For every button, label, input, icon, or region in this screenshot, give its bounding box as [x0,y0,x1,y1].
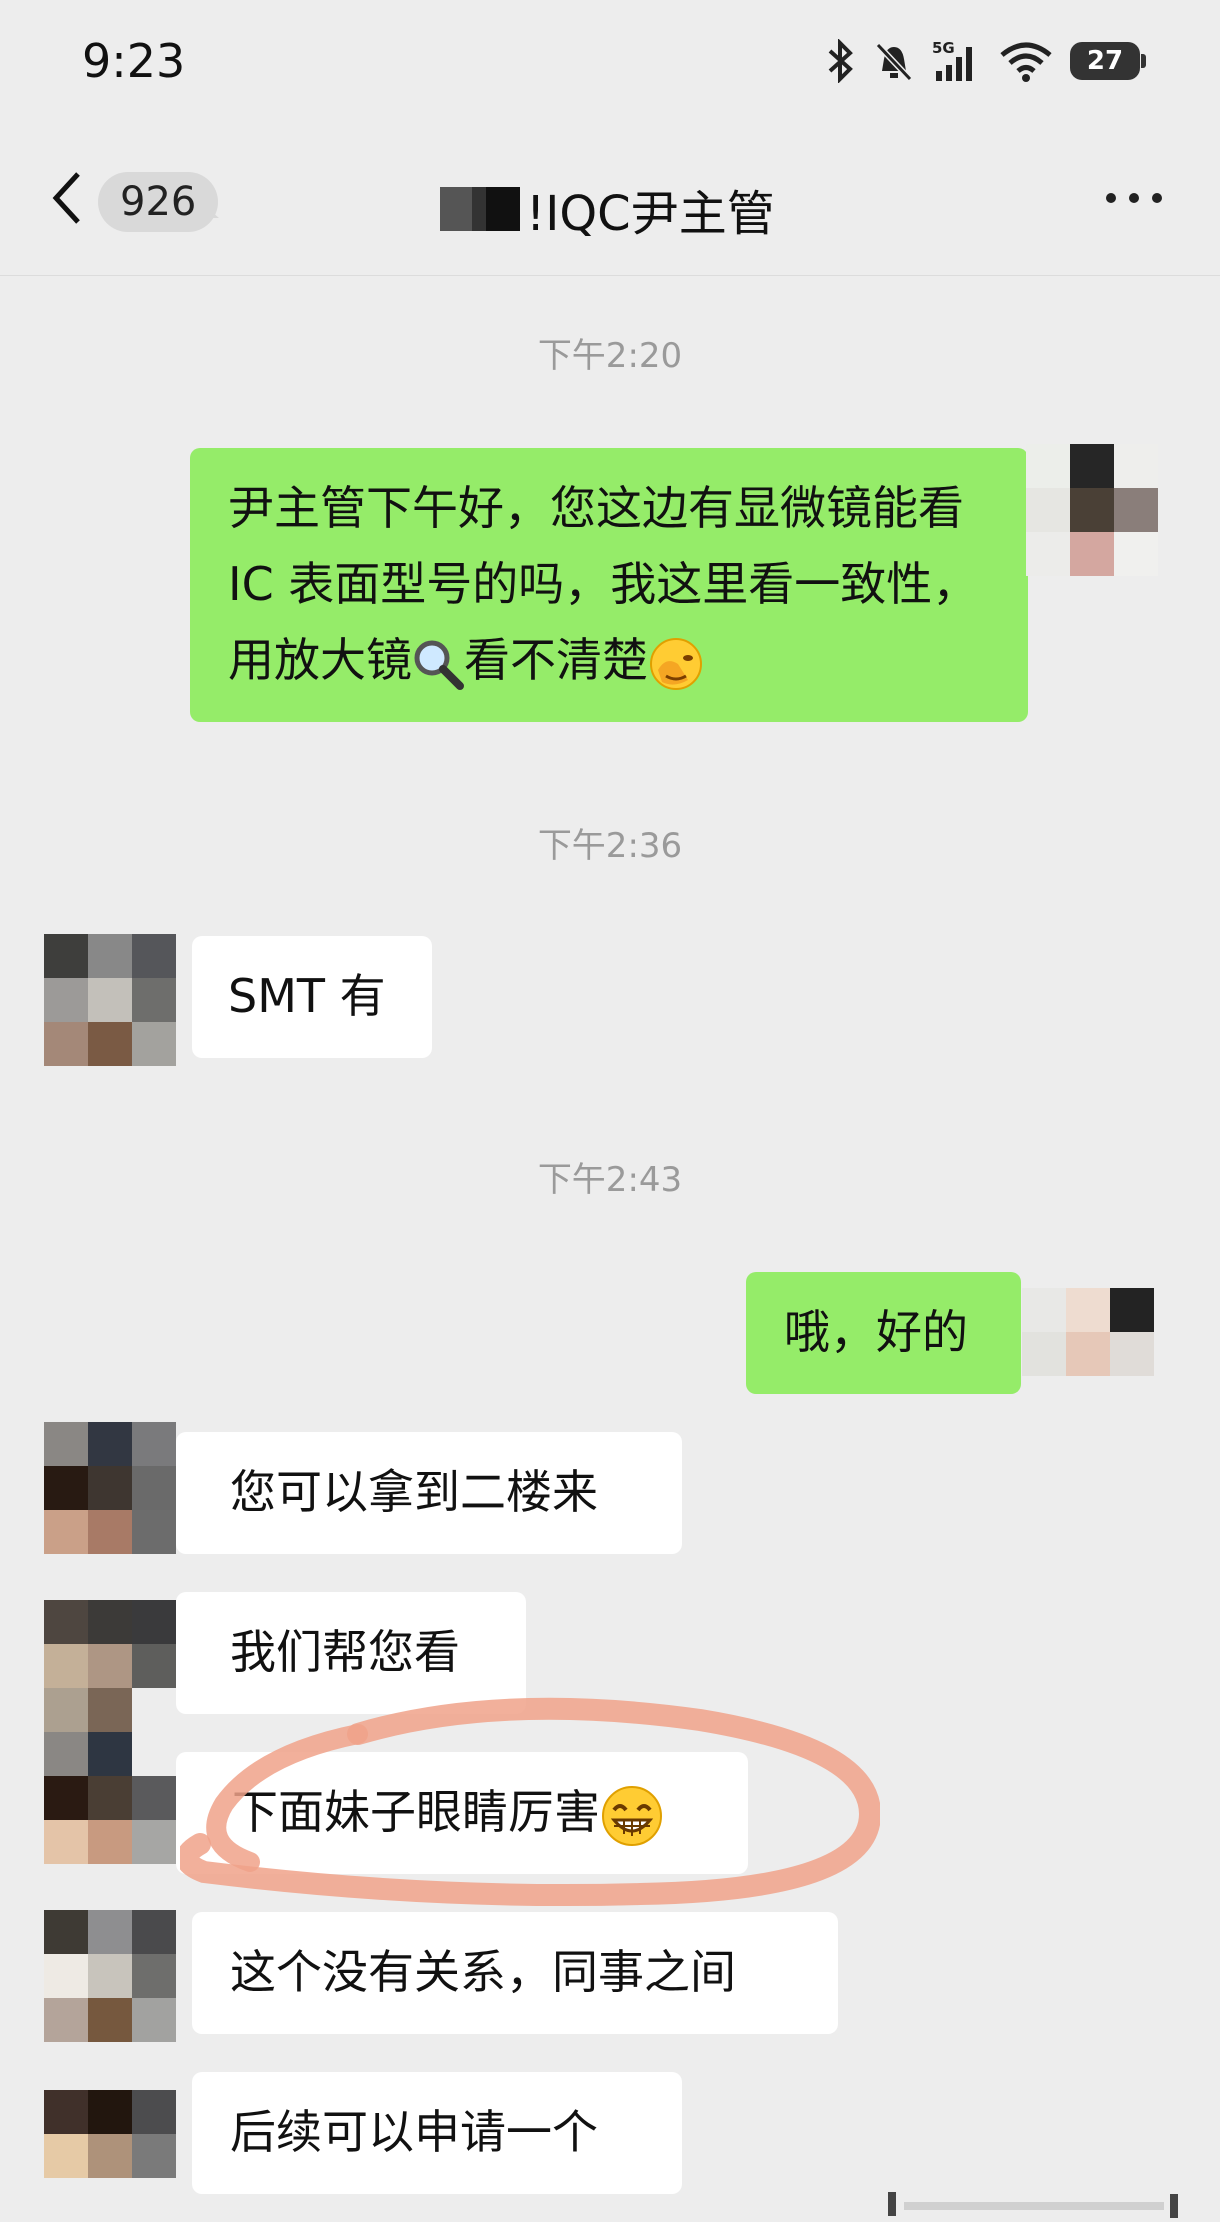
status-icons: 5G 27 [826,36,1146,86]
chat-title-text: !IQC尹主管 [526,186,775,242]
wifi-icon [1000,42,1052,82]
more-icon[interactable] [1106,188,1162,208]
redacted-name [440,187,472,231]
battery-icon: 27 [1070,42,1146,80]
scroll-indicator [888,2192,1178,2218]
battery-level: 27 [1086,46,1124,76]
status-time: 9:23 [82,34,186,88]
incoming-message[interactable]: 您可以拿到二楼来 [176,1432,682,1554]
contact-avatar[interactable] [44,1422,176,1554]
incoming-message[interactable]: 这个没有关系，同事之间 [192,1912,838,2034]
contact-avatar[interactable] [44,934,176,1066]
status-bar: 9:23 5G 27 [0,0,1220,120]
facepalm-emoji [650,637,702,690]
contact-avatar[interactable] [44,1910,176,2042]
chat-title: !IQC尹主管 [440,174,775,244]
self-avatar[interactable] [1026,444,1158,576]
magnifier-emoji [414,640,464,690]
self-avatar[interactable] [1022,1288,1154,1420]
unread-count-badge[interactable]: 926 [98,172,219,232]
timestamp: 下午2:20 [537,336,683,376]
incoming-message[interactable]: SMT 有 [192,936,432,1058]
highlight-circle [180,1697,880,1907]
outgoing-message[interactable]: 尹主管下午好，您这边有显微镜能看 IC 表面型号的吗，我这里看一致性，用放大镜看… [190,448,1028,722]
outgoing-message[interactable]: 哦，好的 [746,1272,1021,1394]
incoming-message[interactable]: 后续可以申请一个 [192,2072,682,2194]
contact-avatar[interactable] [44,1600,176,1732]
back-icon[interactable] [48,170,88,226]
contact-avatar[interactable] [44,1732,176,1864]
bluetooth-icon [828,39,853,83]
contact-avatar[interactable] [44,2090,176,2222]
signal-icon: 5G [932,39,972,81]
svg-text:5G: 5G [932,39,955,57]
timestamp: 下午2:36 [537,826,683,866]
chat-header: 926 !IQC尹主管 [0,120,1220,276]
timestamp: 下午2:43 [537,1160,683,1200]
mute-icon [875,42,913,82]
